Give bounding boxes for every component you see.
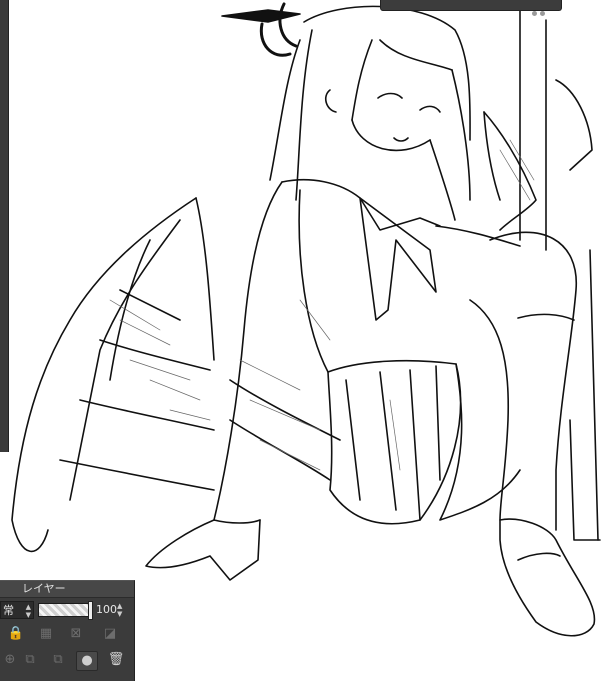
toolbar-strip (380, 0, 562, 16)
blend-mode-select[interactable]: 常 ▲ ▼ (0, 601, 34, 619)
layer-lock-row: 🔒 ▦ ⊠ ◪ (0, 625, 134, 647)
opacity-stepper[interactable]: ▲ ▼ (117, 602, 127, 618)
blend-mode-value: 常 (3, 604, 14, 617)
line-art (11, 0, 601, 637)
layer-properties-row: 常 ▲ ▼ 100 ▲ ▼ (0, 599, 134, 621)
more-icon[interactable] (529, 1, 553, 16)
opacity-slider-thumb[interactable] (88, 601, 93, 620)
layer-panel: レイヤー 常 ▲ ▼ 100 ▲ ▼ 🔒 ▦ ⊠ ◪ ⊕ ⧉ ⧉ ● 🗑 (0, 580, 135, 681)
new-vector-layer-icon[interactable]: ⧉ (20, 651, 40, 669)
layer-actions-row: ⊕ ⧉ ⧉ ● 🗑 (0, 651, 134, 673)
layer-panel-title[interactable]: レイヤー (0, 581, 134, 598)
mask-icon[interactable]: ● (76, 651, 98, 671)
lock-icon[interactable]: 🔒 (6, 625, 26, 643)
trash-icon[interactable]: 🗑 (106, 651, 126, 669)
left-panel-edge (0, 0, 9, 452)
merge-down-icon[interactable]: ⧉ (48, 651, 68, 669)
clip-icon[interactable]: ⊠ (66, 625, 86, 643)
new-layer-icon[interactable]: ⊕ (0, 651, 20, 669)
opacity-value[interactable]: 100 (96, 601, 118, 619)
chevron-up-down-icon: ▲ ▼ (25, 603, 31, 619)
opacity-slider[interactable] (38, 601, 93, 620)
drawing-canvas[interactable] (0, 0, 601, 680)
checker-lock-icon[interactable]: ▦ (36, 625, 56, 643)
reference-icon[interactable]: ◪ (100, 625, 120, 643)
